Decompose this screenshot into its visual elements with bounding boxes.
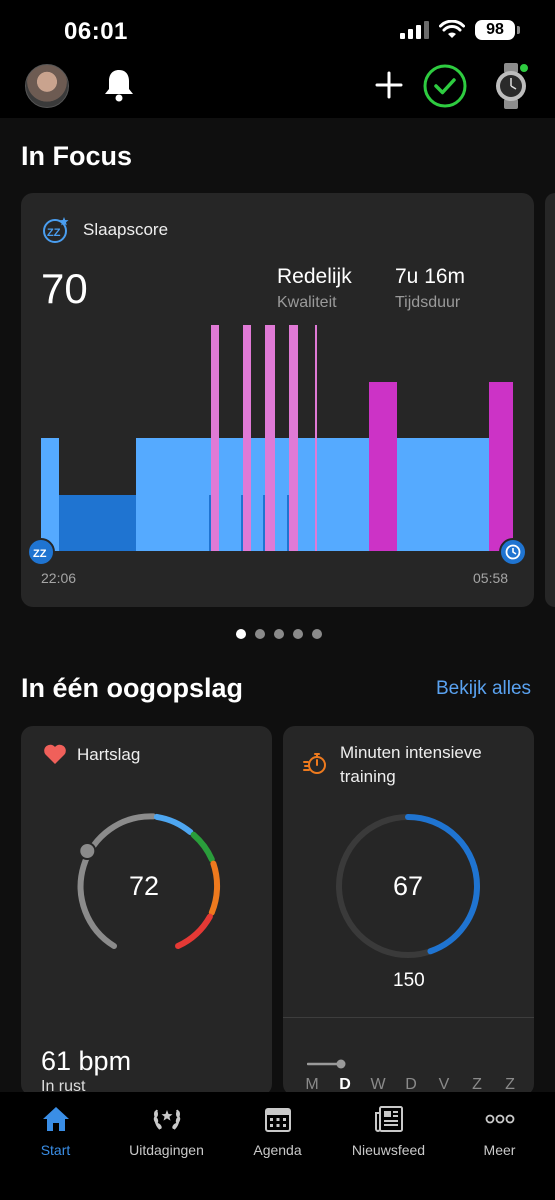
- status-time: 06:01: [64, 18, 128, 45]
- nav-label: Agenda: [253, 1142, 302, 1158]
- intensity-minutes-tile[interactable]: Minuten intensieve training 67 150 MDWDV…: [283, 726, 534, 1096]
- sleep-stage-deep: [287, 495, 289, 551]
- add-icon[interactable]: [372, 68, 406, 102]
- nav-more[interactable]: Meer: [444, 1104, 555, 1158]
- sleep-stage-deep: [263, 495, 265, 551]
- nav-agenda[interactable]: Agenda: [222, 1104, 333, 1158]
- pagination-dot[interactable]: [312, 629, 322, 639]
- avatar[interactable]: [25, 64, 69, 108]
- sleep-stage-deep: [59, 495, 136, 551]
- sleep-stage-light: [251, 438, 265, 551]
- battery-indicator: 98: [475, 20, 520, 40]
- tile-divider: [283, 1017, 534, 1018]
- pagination-dot[interactable]: [255, 629, 265, 639]
- more-dots-icon: [485, 1114, 514, 1124]
- intensity-minutes-goal: 150: [393, 970, 425, 991]
- sleep-stage-rem: [289, 325, 298, 551]
- carousel-pagination: [236, 629, 322, 639]
- sleep-stage-awake: [489, 382, 513, 551]
- status-icons: 98: [399, 20, 520, 40]
- intensity-minutes-icon: [303, 753, 326, 774]
- intensity-minutes-label: Minuten intensieve training: [340, 743, 482, 786]
- heart-rate-value: 72: [129, 871, 160, 901]
- sleep-stages-chart: ZZ: [27, 325, 527, 566]
- nav-label: Meer: [483, 1142, 516, 1158]
- bottom-navigation: Start Uitdagingen Agenda Nieuwsfeed Meer: [0, 1092, 555, 1200]
- heart-icon: [44, 744, 66, 764]
- sleep-stage-rem: [315, 325, 317, 551]
- calendar-icon: [264, 1108, 291, 1132]
- sleep-stage-light: [397, 438, 489, 551]
- sleep-stage-rem: [265, 325, 275, 551]
- device-connected-badge: [519, 63, 529, 73]
- top-app-bar: [0, 60, 555, 118]
- sleep-start-marker-zz: ZZ: [33, 548, 47, 560]
- newsfeed-icon: [374, 1106, 403, 1132]
- sleep-start-time: 22:06: [41, 570, 77, 586]
- intensity-minutes-value: 67: [393, 871, 424, 901]
- pagination-dot[interactable]: [274, 629, 284, 639]
- nav-label: Start: [40, 1142, 71, 1158]
- nav-label: Uitdagingen: [129, 1142, 204, 1158]
- sleep-stage-rem: [243, 325, 251, 551]
- sleep-stage-rem: [211, 325, 219, 551]
- sleep-stage-light: [317, 438, 369, 551]
- pagination-dot[interactable]: [293, 629, 303, 639]
- wifi-icon: [439, 20, 465, 38]
- sleep-stage-light: [219, 438, 243, 551]
- sleep-stage-light: [275, 438, 289, 551]
- status-bar: 06:01 98: [0, 0, 555, 60]
- sleep-stage-deep: [241, 495, 243, 551]
- next-focus-card[interactable]: [545, 193, 555, 607]
- home-icon: [42, 1107, 69, 1131]
- nav-start[interactable]: Start: [0, 1104, 111, 1158]
- sleep-stage-light: [298, 438, 315, 551]
- sleep-stage-awake: [369, 382, 397, 551]
- nav-newsfeed[interactable]: Nieuwsfeed: [333, 1104, 444, 1158]
- pagination-dot[interactable]: [236, 629, 246, 639]
- sleep-stage-light: [136, 438, 211, 551]
- see-all-link[interactable]: Bekijk alles: [436, 678, 531, 700]
- sync-check-icon[interactable]: [422, 63, 468, 109]
- heart-rate-label: Hartslag: [77, 745, 141, 764]
- in-focus-title: In Focus: [21, 141, 133, 171]
- week-progress-line: [307, 1059, 346, 1069]
- sleep-stage-light: [41, 438, 59, 551]
- laurel-icon: [153, 1109, 180, 1130]
- resting-heart-rate: 61 bpm: [41, 1046, 132, 1076]
- signal-icon: [400, 21, 429, 39]
- heart-rate-tile[interactable]: Hartslag 72 61 bpm In rust: [21, 726, 272, 1096]
- sleep-end-time: 05:58: [473, 570, 509, 586]
- sleep-stage-deep: [209, 495, 211, 551]
- bell-icon[interactable]: [100, 66, 138, 104]
- nav-label: Nieuwsfeed: [351, 1142, 426, 1158]
- sleep-score-card[interactable]: ZZ Slaapscore 70 Redelijk Kwaliteit 7u 1…: [21, 193, 534, 607]
- glance-title: In één oogopslag: [21, 673, 244, 703]
- nav-challenges[interactable]: Uitdagingen: [111, 1104, 222, 1158]
